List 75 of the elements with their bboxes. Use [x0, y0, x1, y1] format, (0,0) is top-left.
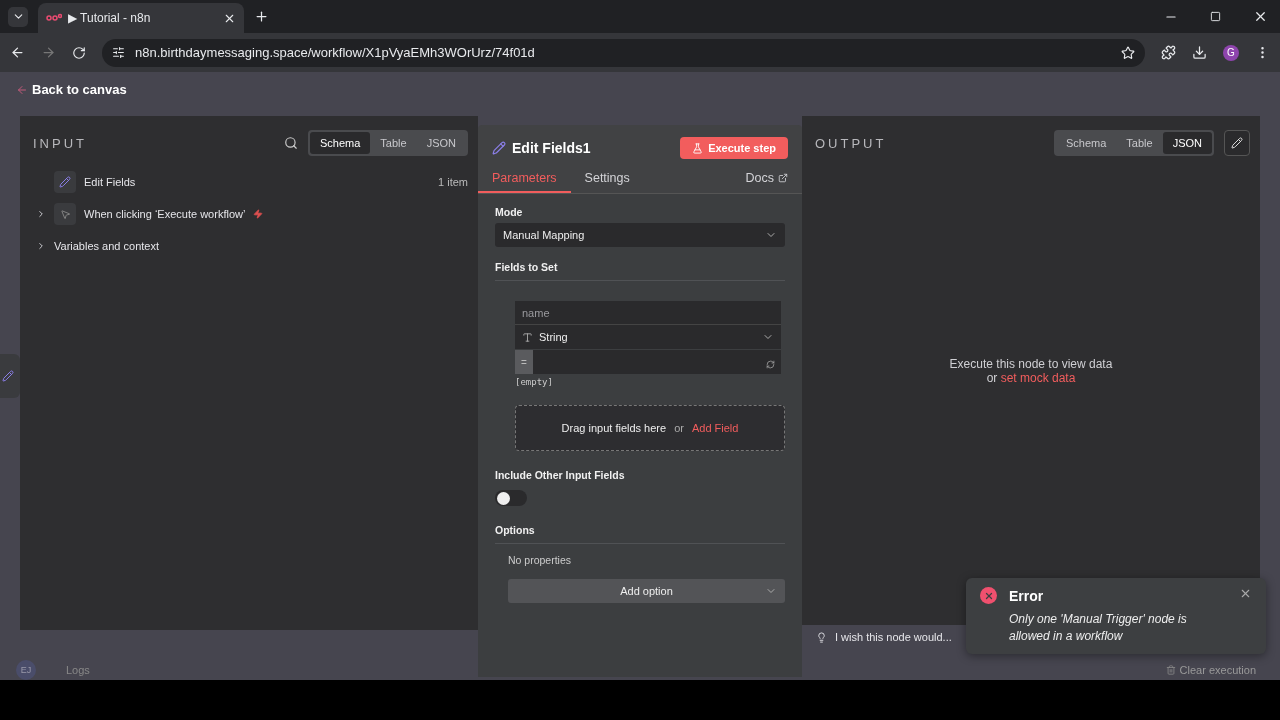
logs-label: Logs	[66, 664, 91, 678]
item-count: 1 item	[438, 176, 468, 188]
browser-tab[interactable]: ▶ Tutorial - n8n	[38, 3, 244, 33]
tree-item[interactable]: Variables and context	[20, 230, 478, 262]
node-title: Edit Fields1	[512, 140, 591, 156]
add-option-button[interactable]: Add option	[508, 579, 785, 603]
node-label: When clicking ‘Execute workflow’	[84, 208, 246, 220]
pencil-icon	[492, 141, 506, 155]
chevron-icon	[36, 241, 46, 251]
flask-icon	[692, 142, 704, 154]
cursor-icon	[54, 203, 76, 225]
bookmark-icon[interactable]	[1121, 45, 1135, 60]
name-field[interactable]: name	[515, 301, 781, 325]
mode-select[interactable]: Manual Mapping	[495, 223, 785, 247]
view-tab[interactable]: JSON	[1162, 132, 1212, 154]
lightning-icon	[253, 209, 264, 219]
search-icon[interactable]	[284, 136, 298, 150]
reload-icon[interactable]	[72, 45, 86, 60]
toggle-switch[interactable]	[495, 490, 527, 506]
close-icon[interactable]	[1253, 9, 1268, 24]
value-field[interactable]: =	[515, 350, 781, 374]
toast-title: Error	[1009, 588, 1044, 604]
extensions-icon[interactable]	[1161, 45, 1176, 60]
maximize-icon[interactable]	[1210, 11, 1221, 22]
tree-item[interactable]: Edit Fields 1 item	[20, 166, 478, 198]
trash-icon[interactable]	[1165, 665, 1176, 675]
or-text: or	[986, 370, 998, 385]
mock-data-link[interactable]: set mock data	[1000, 370, 1076, 385]
editor-tab[interactable]: Settings	[570, 165, 644, 193]
add-field-link[interactable]: Add Field	[691, 422, 739, 434]
back-icon[interactable]	[10, 45, 25, 60]
drop-hint: Drag input fields here	[561, 422, 667, 434]
edit-button[interactable]	[1224, 130, 1250, 156]
download-icon[interactable]	[1192, 45, 1207, 60]
refresh-icon[interactable]	[766, 360, 775, 369]
external-link-icon	[778, 173, 788, 183]
forward-icon[interactable]	[41, 45, 56, 60]
field-label: Fields to Set	[495, 261, 559, 273]
docs-link[interactable]: Docs	[745, 171, 788, 193]
value-preview: [empty]	[515, 377, 554, 387]
panel-title: INPUT	[33, 135, 87, 151]
url-text: n8n.birthdaymessaging.space/workflow/X1pVyaEMh3WOrUrz/74f01d	[135, 45, 535, 60]
type-select[interactable]: String	[515, 325, 781, 349]
view-tab[interactable]: Schema	[1056, 132, 1117, 154]
node-label: Edit Fields	[84, 176, 136, 188]
address-bar[interactable]: n8n.birthdaymessaging.space/workflow/X1pVyaEMh3WOrUrz/74f01d	[102, 38, 1145, 67]
pencil-icon	[54, 171, 76, 193]
text-type-icon	[522, 331, 533, 343]
tab-list-button[interactable]	[8, 6, 28, 27]
empty-message: No properties	[508, 554, 573, 566]
profile-avatar[interactable]: G	[1223, 44, 1239, 61]
toast-message: Only one 'Manual Trigger' node is allowed in a workflow	[1009, 611, 1188, 645]
chevron-icon	[36, 209, 46, 219]
new-tab-icon[interactable]	[254, 9, 269, 24]
panel-title: OUTPUT	[815, 135, 887, 151]
view-tab[interactable]: Schema	[310, 132, 371, 154]
back-arrow-icon	[16, 83, 28, 96]
view-tab[interactable]: JSON	[416, 132, 466, 154]
field-label: Mode	[495, 206, 524, 218]
pencil-icon	[1231, 137, 1243, 149]
back-link[interactable]: Back to canvas	[0, 72, 1280, 97]
pencil-icon	[2, 370, 14, 382]
empty-message: Execute this node to view data	[949, 356, 1113, 371]
view-tab[interactable]: Table	[370, 132, 417, 154]
or-text: or	[674, 422, 684, 434]
view-tab[interactable]: Table	[1116, 132, 1163, 154]
site-settings-icon[interactable]	[112, 46, 125, 59]
node-label: Variables and context	[54, 240, 159, 252]
tree-item[interactable]: When clicking ‘Execute workflow’	[20, 198, 478, 230]
error-icon	[980, 587, 997, 604]
field-label: Options	[495, 524, 536, 536]
lightbulb-icon	[816, 631, 827, 643]
logo-icon	[46, 13, 62, 23]
field-label: Include Other Input Fields	[495, 469, 626, 481]
tab-title: ▶ Tutorial - n8n	[68, 11, 152, 25]
